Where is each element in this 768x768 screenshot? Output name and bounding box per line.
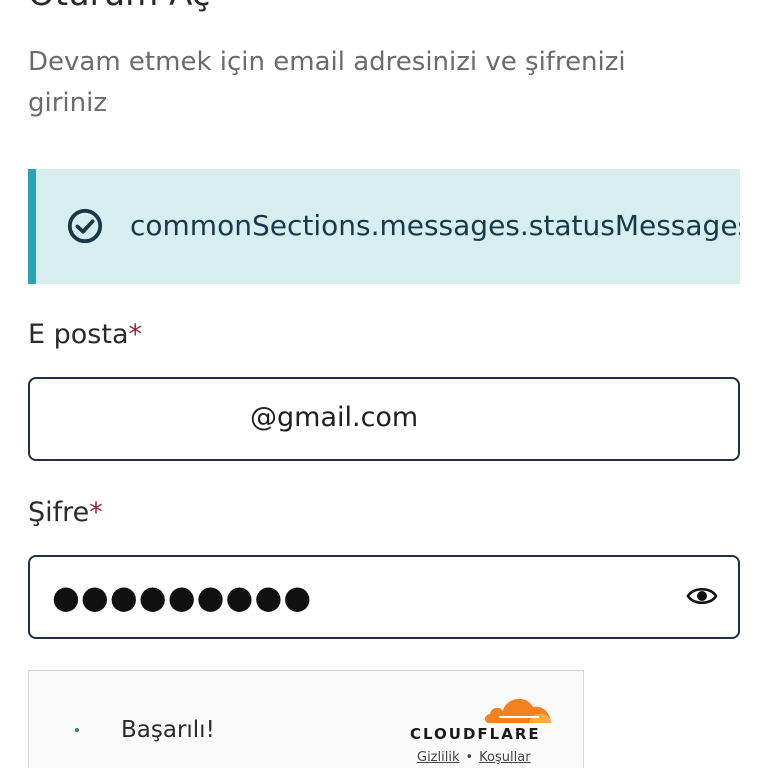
- login-page: Oturum Aç Devam etmek için email adresin…: [0, 0, 768, 768]
- cloudflare-widget: Başarılı! CLOUDFLARE Gizlilik • Koşullar: [28, 670, 584, 768]
- check-circle-icon: [67, 208, 103, 244]
- email-value: @gmail.com: [250, 402, 419, 433]
- link-separator: •: [465, 750, 474, 765]
- privacy-link[interactable]: Gizlilik: [417, 750, 460, 765]
- status-message: commonSections.messages.statusMessages.4: [130, 209, 740, 242]
- success-dot: [75, 728, 79, 732]
- page-title: Oturum Aç: [28, 0, 210, 14]
- email-input[interactable]: @gmail.com: [28, 377, 740, 461]
- eye-icon[interactable]: [686, 584, 718, 608]
- required-mark: *: [128, 319, 143, 350]
- cloudflare-logo-icon: [485, 698, 551, 723]
- captcha-status: Başarılı!: [121, 717, 215, 743]
- email-label-text: E posta: [28, 319, 129, 350]
- password-value: ●●●●●●●●●: [52, 578, 313, 616]
- cloudflare-links: Gizlilik • Koşullar: [417, 749, 531, 767]
- cloudflare-wordmark: CLOUDFLARE: [410, 725, 541, 743]
- terms-link[interactable]: Koşullar: [479, 750, 530, 765]
- required-mark: *: [89, 497, 103, 528]
- email-label: E posta*: [28, 318, 142, 352]
- status-alert: commonSections.messages.statusMessages.4: [28, 169, 740, 284]
- password-label: Şifre*: [28, 496, 103, 530]
- page-subtitle: Devam etmek için email adresinizi ve şif…: [28, 47, 626, 118]
- password-label-text: Şifre: [28, 497, 90, 528]
- password-input[interactable]: ●●●●●●●●●: [28, 555, 740, 639]
